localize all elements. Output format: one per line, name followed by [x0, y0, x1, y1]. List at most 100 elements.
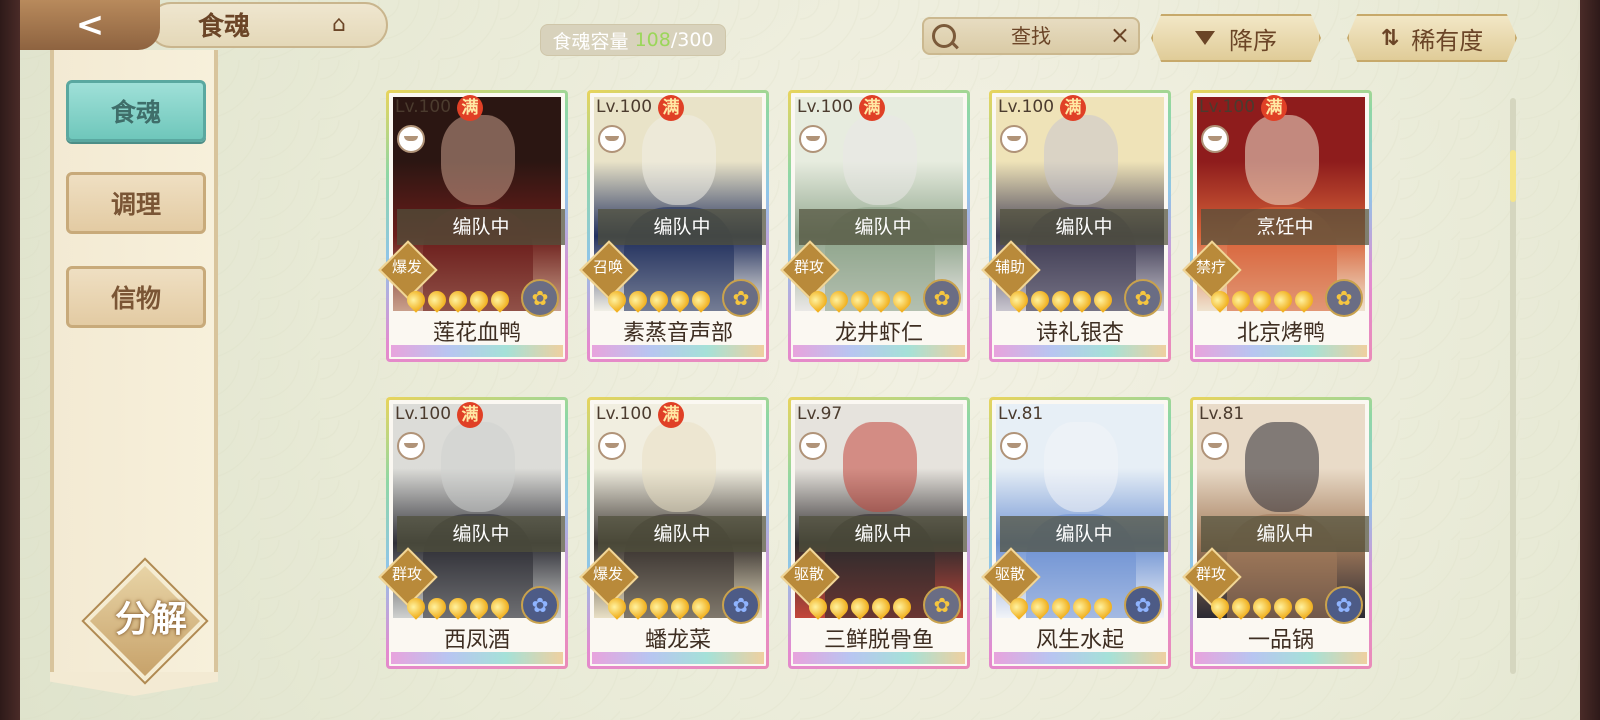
scrollbar-thumb[interactable] — [1510, 150, 1516, 202]
star-icon — [424, 287, 450, 313]
status-banner: 编队中 — [397, 516, 565, 552]
role-label: 驱散 — [793, 565, 824, 583]
star-icon — [1027, 287, 1053, 313]
star-rating — [1207, 287, 1317, 313]
star-icon — [1006, 594, 1032, 620]
level-label: Lv.81 — [1199, 404, 1245, 424]
sort-order-button[interactable]: 降序 — [1151, 14, 1321, 62]
rarity-strip — [1195, 345, 1367, 357]
star-rating — [403, 287, 513, 313]
page-title: 食魂 — [198, 12, 251, 42]
level-label: Lv.100 — [395, 97, 452, 117]
element-flower-icon: ✿ — [722, 279, 760, 317]
tab-food-souls[interactable]: 食魂 — [66, 80, 206, 142]
rarity-sort-button[interactable]: ⇅ 稀有度 — [1347, 14, 1517, 62]
capacity-display: 食魂容量 108/300 — [540, 24, 726, 56]
bowl-icon — [598, 432, 626, 460]
star-rating — [604, 594, 714, 620]
star-icon — [1249, 287, 1275, 313]
pavilion-home-icon[interactable]: ⌂ — [322, 10, 356, 40]
back-arrow-icon: < — [75, 5, 105, 45]
role-label: 群攻 — [391, 565, 422, 583]
star-icon — [1006, 287, 1032, 313]
star-rating — [604, 287, 714, 313]
star-icon — [445, 594, 471, 620]
food-soul-name: 北京烤鸭 — [1236, 321, 1325, 346]
food-soul-card[interactable]: Lv.100 满 编队中 召唤 ✿ 素蒸音声部 — [579, 90, 769, 362]
food-soul-card[interactable]: Lv.100 满 编队中 群攻 ✿ 龙井虾仁 — [780, 90, 970, 362]
food-soul-name: 西凤酒 — [443, 628, 510, 653]
star-icon — [868, 594, 894, 620]
food-soul-card[interactable]: Lv.100 满 烹饪中 禁疗 ✿ 北京烤鸭 — [1182, 90, 1372, 362]
bowl-icon — [1201, 125, 1229, 153]
star-icon — [1291, 287, 1317, 313]
element-flower-icon: ✿ — [1325, 586, 1363, 624]
capacity-label: 食魂容量 — [552, 30, 629, 53]
rarity-strip — [592, 652, 764, 664]
tab-tokens[interactable]: 信物 — [66, 266, 206, 328]
star-icon — [889, 594, 915, 620]
star-icon — [805, 287, 831, 313]
device-frame-left — [0, 0, 20, 720]
food-soul-card[interactable]: Lv.97 编队中 驱散 ✿ 三鲜脱骨鱼 — [780, 397, 970, 669]
search-input[interactable]: 查找 × — [922, 17, 1140, 55]
back-button[interactable]: < — [20, 0, 160, 50]
rarity-strip — [994, 652, 1166, 664]
star-icon — [625, 287, 651, 313]
level-label: Lv.100 — [596, 97, 653, 117]
food-soul-name: 莲花血鸭 — [432, 321, 521, 346]
role-label: 爆发 — [391, 258, 422, 276]
status-banner: 编队中 — [397, 209, 565, 245]
level-label: Lv.100 — [1199, 97, 1256, 117]
star-rating — [805, 594, 915, 620]
sort-down-icon — [1195, 31, 1215, 45]
star-rating — [805, 287, 915, 313]
star-icon — [646, 287, 672, 313]
star-icon — [868, 287, 894, 313]
decompose-label[interactable]: 分解 — [96, 590, 206, 642]
star-icon — [403, 287, 429, 313]
role-label: 驱散 — [994, 565, 1025, 583]
sort-arrows-icon: ⇅ — [1380, 25, 1399, 51]
food-soul-card[interactable]: Lv.81 编队中 群攻 ✿ 一品锅 — [1182, 397, 1372, 669]
clear-icon[interactable]: × — [1110, 21, 1130, 49]
status-banner: 编队中 — [1000, 516, 1168, 552]
food-soul-card[interactable]: Lv.100 满 编队中 群攻 ✿ 西凤酒 — [378, 397, 568, 669]
food-soul-card[interactable]: Lv.100 满 编队中 爆发 ✿ 蟠龙菜 — [579, 397, 769, 669]
element-flower-icon: ✿ — [1124, 279, 1162, 317]
food-soul-name: 三鲜脱骨鱼 — [823, 628, 934, 653]
star-icon — [1090, 594, 1116, 620]
food-soul-card[interactable]: Lv.100 满 编队中 辅助 ✿ 诗礼银杏 — [981, 90, 1171, 362]
star-icon — [466, 594, 492, 620]
rarity-strip — [391, 345, 563, 357]
star-icon — [1228, 287, 1254, 313]
level-label: Lv.100 — [998, 97, 1055, 117]
bowl-icon — [1000, 432, 1028, 460]
rarity-strip — [793, 345, 965, 357]
tab-conditioning[interactable]: 调理 — [66, 172, 206, 234]
capacity-max: /300 — [670, 29, 714, 51]
max-level-badge: 满 — [1261, 95, 1287, 121]
star-icon — [847, 287, 873, 313]
star-icon — [688, 287, 714, 313]
star-icon — [1090, 287, 1116, 313]
star-icon — [1228, 594, 1254, 620]
food-soul-card[interactable]: Lv.100 满 编队中 爆发 ✿ 莲花血鸭 — [378, 90, 568, 362]
status-banner: 编队中 — [1000, 209, 1168, 245]
star-icon — [424, 594, 450, 620]
max-level-badge: 满 — [457, 95, 483, 121]
bowl-icon — [1000, 125, 1028, 153]
element-flower-icon: ✿ — [923, 279, 961, 317]
food-soul-card[interactable]: Lv.81 编队中 驱散 ✿ 风生水起 — [981, 397, 1171, 669]
status-banner: 编队中 — [598, 209, 766, 245]
star-icon — [487, 287, 513, 313]
star-icon — [667, 594, 693, 620]
level-label: Lv.100 — [596, 404, 653, 424]
max-level-badge: 满 — [1060, 95, 1086, 121]
role-label: 禁疗 — [1195, 258, 1226, 276]
status-banner: 烹饪中 — [1201, 209, 1369, 245]
food-soul-name: 诗礼银杏 — [1035, 321, 1124, 346]
star-icon — [889, 287, 915, 313]
food-soul-name: 龙井虾仁 — [834, 321, 923, 346]
status-banner: 编队中 — [598, 516, 766, 552]
